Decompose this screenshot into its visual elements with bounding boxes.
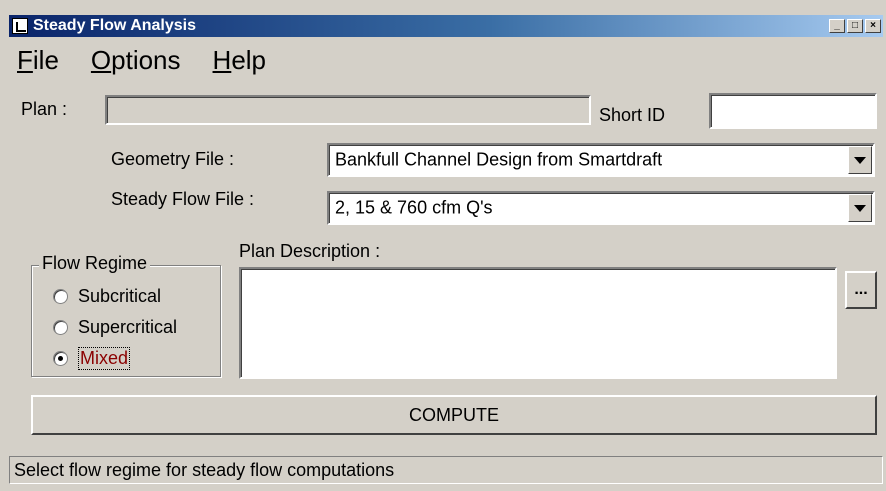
minimize-button[interactable]: _ <box>829 19 845 33</box>
steady-flow-file-label: Steady Flow File : <box>111 189 255 209</box>
steady-flow-file-select[interactable]: 2, 15 & 760 cfm Q's <box>327 191 875 225</box>
chevron-down-icon <box>854 156 866 164</box>
status-bar: Select flow regime for steady flow compu… <box>9 456 883 484</box>
browse-description-button[interactable]: ... <box>845 271 877 309</box>
radio-button-icon[interactable] <box>53 320 68 335</box>
app-icon <box>12 18 28 34</box>
title-bar[interactable]: Steady Flow Analysis _ □ × <box>9 15 883 37</box>
menu-options[interactable]: Options <box>83 45 189 76</box>
maximize-button[interactable]: □ <box>847 19 863 33</box>
geometry-dropdown-button[interactable] <box>848 146 872 174</box>
plan-label: Plan : <box>21 99 68 119</box>
geometry-file-label: Geometry File : <box>111 149 235 169</box>
short-id-field[interactable] <box>709 93 877 129</box>
radio-button-selected-icon[interactable] <box>53 351 68 366</box>
plan-field[interactable] <box>105 95 591 125</box>
menu-bar: File Options Help <box>9 41 290 79</box>
plan-description-label: Plan Description : <box>239 241 381 261</box>
chevron-down-icon <box>854 204 866 212</box>
radio-subcritical[interactable]: Subcritical <box>53 286 161 307</box>
steady-flow-dropdown-button[interactable] <box>848 194 872 222</box>
flow-regime-legend: Flow Regime <box>39 253 151 274</box>
radio-button-icon[interactable] <box>53 289 68 304</box>
menu-help[interactable]: Help <box>205 45 274 76</box>
radio-mixed[interactable]: Mixed <box>53 347 131 370</box>
short-id-label: Short ID <box>599 105 666 125</box>
geometry-file-select[interactable]: Bankfull Channel Design from Smartdraft <box>327 143 875 177</box>
plan-description-textarea[interactable] <box>239 267 837 379</box>
radio-supercritical[interactable]: Supercritical <box>53 317 177 338</box>
steady-flow-window: Steady Flow Analysis _ □ × File Options … <box>0 0 886 491</box>
compute-button[interactable]: COMPUTE <box>31 395 877 435</box>
menu-file[interactable]: File <box>9 45 67 76</box>
close-button[interactable]: × <box>865 19 881 33</box>
window-title: Steady Flow Analysis <box>33 17 197 34</box>
